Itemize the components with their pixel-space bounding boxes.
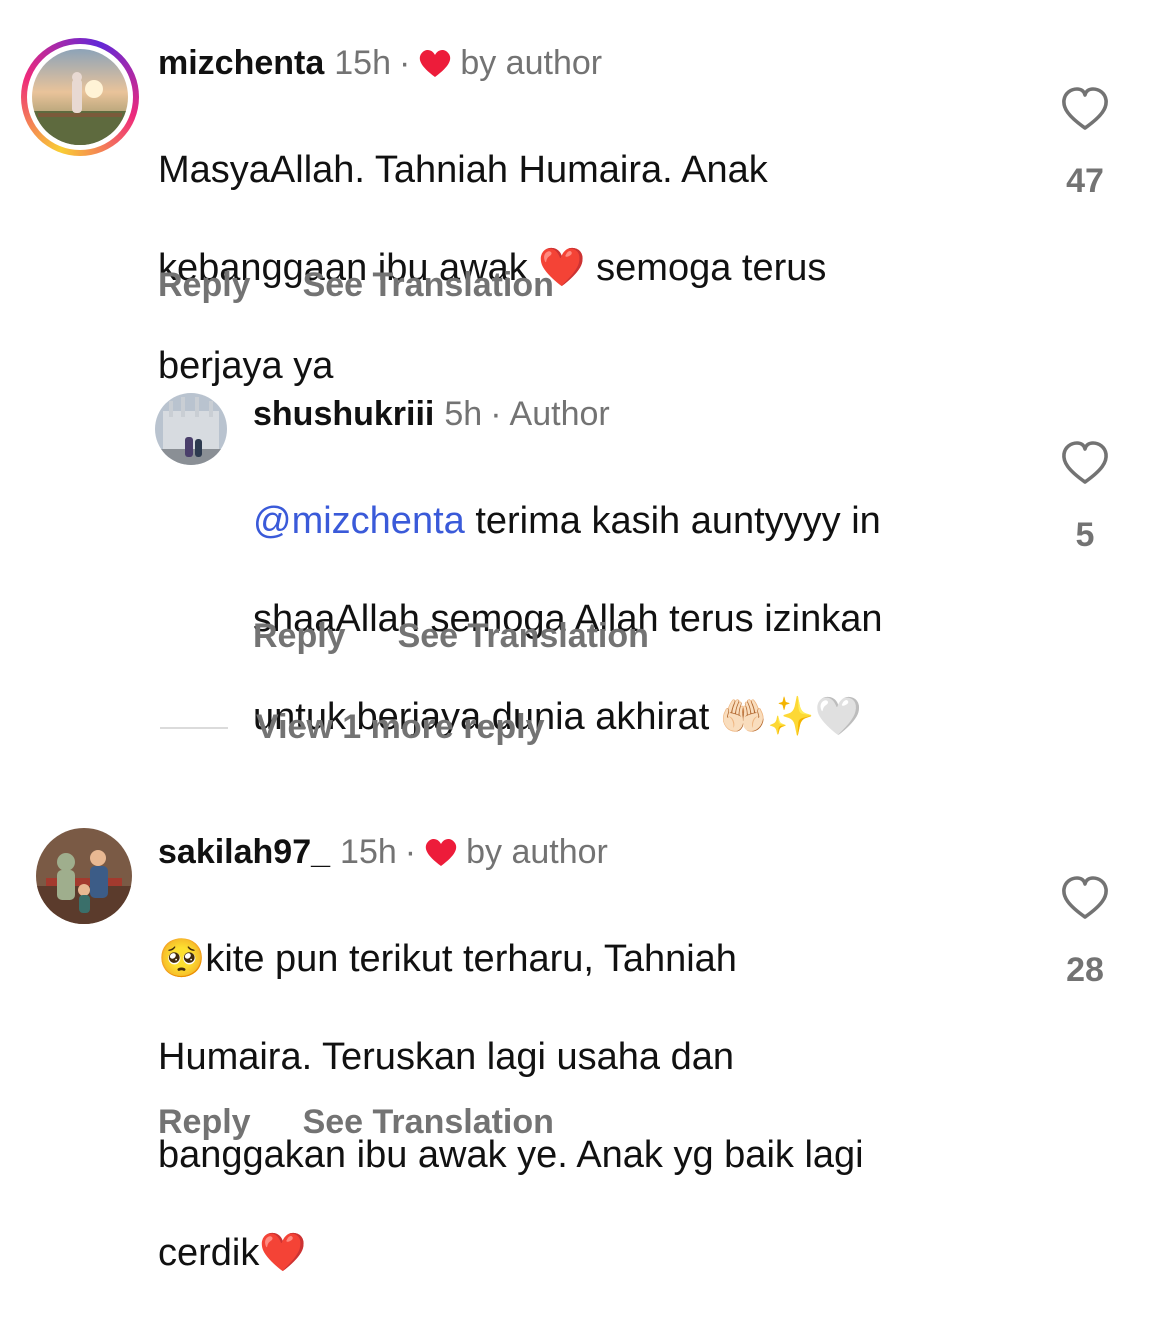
like-control: 47 (1045, 86, 1125, 201)
comment-text-fragment: terima kasih auntyyyy in (464, 500, 881, 542)
view-more-replies-label[interactable]: View 1 more reply (256, 708, 545, 747)
author-badge: Author (509, 395, 610, 433)
comment-text-line: cerdik❤️ (158, 1232, 307, 1274)
view-more-replies[interactable]: View 1 more reply (160, 708, 545, 747)
reply-button[interactable]: Reply (158, 1103, 251, 1142)
comment-header: shushukriii 5h · Author (253, 394, 610, 434)
username[interactable]: shushukriii (253, 394, 434, 434)
comment-text-line: MasyaAllah. Tahniah Humaira. Anak (158, 149, 768, 191)
separator: · (490, 395, 502, 433)
comment-header: sakilah97_ 15h · by author (158, 832, 608, 872)
mention-link[interactable]: @mizchenta (253, 500, 465, 542)
username[interactable]: sakilah97_ (158, 832, 330, 872)
like-control: 5 (1045, 440, 1125, 555)
avatar[interactable] (32, 49, 128, 145)
heart-outline-icon[interactable] (1060, 875, 1110, 921)
avatar[interactable] (36, 828, 132, 924)
see-translation-button[interactable]: See Translation (303, 266, 554, 305)
like-count: 47 (1066, 162, 1104, 200)
comment-actions: Reply See Translation (158, 266, 554, 305)
username[interactable]: mizchenta (158, 43, 324, 83)
see-translation-button[interactable]: See Translation (303, 1103, 554, 1142)
thread-divider (160, 726, 228, 729)
like-control: 28 (1045, 875, 1125, 990)
avatar[interactable] (155, 393, 227, 465)
heart-outline-icon[interactable] (1060, 86, 1110, 132)
separator: · (399, 44, 411, 82)
like-count: 5 (1075, 516, 1095, 554)
heart-filled-icon (425, 838, 457, 866)
comment-header: mizchenta 15h · by author (158, 43, 602, 83)
heart-outline-icon[interactable] (1060, 440, 1110, 486)
separator: · (404, 833, 417, 871)
comment-text-line: @mizchenta terima kasih auntyyyy in (253, 497, 883, 546)
liked-by-author-label: by author (460, 44, 603, 82)
comment-text-line: Humaira. Teruskan lagi usaha dan (158, 1036, 734, 1078)
timestamp: 15h (340, 833, 397, 871)
timestamp: 15h (334, 44, 391, 82)
comment-actions: Reply See Translation (158, 1103, 554, 1142)
liked-by-author-label: by author (466, 833, 608, 871)
comment-text-line: 🥺kite pun terikut terharu, Tahniah (158, 938, 737, 980)
reply-button[interactable]: Reply (253, 617, 346, 656)
like-count: 28 (1066, 951, 1104, 989)
timestamp: 5h (444, 395, 483, 433)
reply-button[interactable]: Reply (158, 266, 251, 305)
heart-filled-icon (420, 49, 451, 77)
see-translation-button[interactable]: See Translation (398, 617, 649, 656)
comment-actions: Reply See Translation (253, 617, 649, 656)
comment-text-line: berjaya ya (158, 345, 334, 387)
